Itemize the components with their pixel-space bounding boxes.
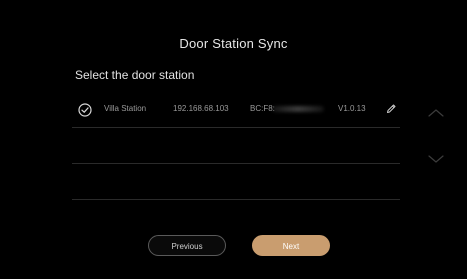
pencil-icon[interactable]: [385, 103, 397, 115]
station-ip: 192.168.68.103: [173, 104, 229, 113]
empty-row: [72, 164, 400, 200]
door-station-sync-screen: Door Station Sync Select the door statio…: [0, 0, 467, 279]
station-row[interactable]: Villa Station 192.168.68.103 BC:F8: V1.0…: [72, 92, 400, 128]
check-circle-icon[interactable]: [78, 103, 92, 117]
page-title: Door Station Sync: [179, 36, 288, 51]
previous-button[interactable]: Previous: [148, 235, 226, 256]
section-subtitle: Select the door station: [75, 68, 195, 82]
station-version: V1.0.13: [338, 104, 366, 113]
chevron-up-icon[interactable]: [426, 106, 446, 120]
next-button[interactable]: Next: [252, 235, 330, 256]
empty-row: [72, 128, 400, 164]
door-station-list: Villa Station 192.168.68.103 BC:F8: V1.0…: [72, 92, 400, 200]
chevron-down-icon[interactable]: [426, 152, 446, 166]
mac-redaction: [272, 106, 324, 112]
station-name: Villa Station: [104, 104, 147, 113]
